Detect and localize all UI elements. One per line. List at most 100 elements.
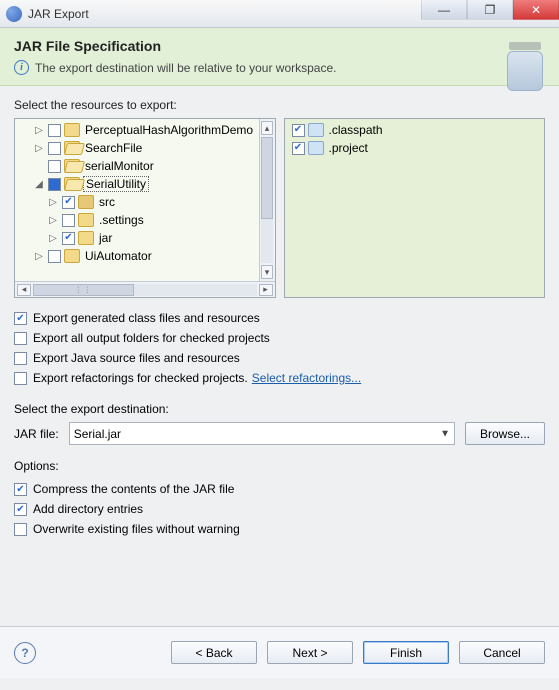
option-label: Export all output folders for checked pr… — [33, 331, 270, 345]
help-button[interactable]: ? — [14, 642, 36, 664]
info-icon: i — [14, 60, 29, 75]
checkbox[interactable] — [48, 178, 61, 191]
option-label: Export generated class files and resourc… — [33, 311, 260, 325]
scroll-up-icon[interactable]: ▴ — [261, 121, 273, 135]
select-refactorings-link[interactable]: Select refactorings... — [252, 371, 361, 385]
folder-icon — [64, 123, 80, 137]
expander-icon[interactable]: ▷ — [33, 143, 45, 154]
folder-open-icon — [64, 177, 80, 191]
checkbox[interactable] — [14, 483, 27, 496]
xfile-icon — [308, 123, 324, 137]
checkbox[interactable] — [48, 160, 61, 173]
scroll-left-icon[interactable]: ◂ — [17, 284, 31, 296]
folder-open-icon — [64, 141, 80, 155]
option-label: Export Java source files and resources — [33, 351, 240, 365]
jar-file-combo[interactable]: Serial.jar ▼ — [69, 422, 455, 445]
next-button[interactable]: Next > — [267, 641, 353, 664]
checkbox[interactable] — [62, 196, 75, 209]
pkg-icon — [78, 195, 94, 209]
close-button[interactable]: ✕ — [513, 0, 559, 20]
window-buttons: — ❐ ✕ — [421, 0, 559, 20]
checkbox[interactable] — [62, 232, 75, 245]
scroll-down-icon[interactable]: ▾ — [261, 265, 273, 279]
tree-item[interactable]: ▷ .settings — [47, 211, 257, 229]
tree-item-label: .settings — [97, 213, 146, 227]
xfile-icon — [308, 141, 324, 155]
expander-icon[interactable]: ▷ — [47, 233, 59, 244]
resources-tree-left[interactable]: ▷ PerceptualHashAlgorithmDemo ▷ SearchFile s… — [14, 118, 276, 298]
folder-icon — [64, 249, 80, 263]
checkbox[interactable] — [14, 523, 27, 536]
option-label: Compress the contents of the JAR file — [33, 482, 234, 496]
expander-icon[interactable]: ▷ — [33, 125, 45, 136]
tree-item[interactable]: .project — [289, 139, 543, 157]
checkbox[interactable] — [48, 250, 61, 263]
option-row: Add directory entries — [14, 499, 545, 519]
checkbox[interactable] — [48, 142, 61, 155]
tree-item[interactable]: ▷ SearchFile — [33, 139, 257, 157]
option-label: Overwrite existing files without warning — [33, 522, 240, 536]
jar-icon — [505, 42, 545, 92]
tree-item-label: src — [97, 195, 117, 209]
minimize-button[interactable]: — — [421, 0, 467, 20]
tree-item[interactable]: ▷ PerceptualHashAlgorithmDemo — [33, 121, 257, 139]
tree-item-label: jar — [97, 231, 114, 245]
tree-item[interactable]: ▷ UiAutomator — [33, 247, 257, 265]
tree-item-label: UiAutomator — [83, 249, 154, 263]
destination-label: Select the export destination: — [14, 402, 545, 416]
dialog-header: JAR File Specification i The export dest… — [0, 28, 559, 86]
jar-file-label: JAR file: — [14, 427, 59, 441]
option-row: Overwrite existing files without warning — [14, 519, 545, 539]
options-label: Options: — [14, 459, 545, 473]
checkbox[interactable] — [292, 124, 305, 137]
tree-item-label: SerialUtility — [83, 176, 149, 192]
checkbox[interactable] — [292, 142, 305, 155]
tree-item[interactable]: .classpath — [289, 121, 543, 139]
option-row: Export refactorings for checked projects… — [14, 368, 545, 388]
checkbox[interactable] — [14, 312, 27, 325]
checkbox[interactable] — [14, 372, 27, 385]
resources-label: Select the resources to export: — [14, 98, 545, 112]
chevron-down-icon[interactable]: ▼ — [440, 428, 450, 439]
tree-item-label: serialMonitor — [83, 159, 156, 173]
scroll-right-icon[interactable]: ▸ — [259, 284, 273, 296]
expander-icon[interactable]: ▷ — [47, 215, 59, 226]
expander-icon[interactable]: ▷ — [33, 251, 45, 262]
app-icon — [6, 6, 22, 22]
option-row: Export generated class files and resourc… — [14, 308, 545, 328]
tree-item[interactable]: ◢ SerialUtility — [33, 175, 257, 193]
tree-item-label: .project — [327, 141, 370, 155]
tree-item-label: SearchFile — [83, 141, 144, 155]
option-row: Export all output folders for checked pr… — [14, 328, 545, 348]
expander-icon[interactable]: ◢ — [33, 179, 45, 190]
maximize-button[interactable]: ❐ — [467, 0, 513, 20]
option-label: Export refactorings for checked projects… — [33, 371, 248, 385]
checkbox[interactable] — [14, 503, 27, 516]
checkbox[interactable] — [14, 332, 27, 345]
checkbox[interactable] — [62, 214, 75, 227]
tree-item[interactable]: ▷ jar — [47, 229, 257, 247]
finish-button[interactable]: Finish — [363, 641, 449, 664]
checkbox[interactable] — [14, 352, 27, 365]
expander-icon[interactable]: ▷ — [47, 197, 59, 208]
folder-icon — [78, 213, 94, 227]
folder-x-icon — [64, 159, 80, 173]
horizontal-scrollbar[interactable]: ◂ ⋮⋮ ▸ — [15, 281, 275, 297]
cancel-button[interactable]: Cancel — [459, 641, 545, 664]
tree-item-label: PerceptualHashAlgorithmDemo — [83, 123, 255, 137]
checkbox[interactable] — [48, 124, 61, 137]
option-label: Add directory entries — [33, 502, 143, 516]
folder-icon — [78, 231, 94, 245]
tree-item-label: .classpath — [327, 123, 385, 137]
vertical-scrollbar[interactable]: ▴ ▾ — [259, 119, 275, 281]
option-row: Export Java source files and resources — [14, 348, 545, 368]
tree-item[interactable]: serialMonitor — [33, 157, 257, 175]
back-button[interactable]: < Back — [171, 641, 257, 664]
browse-button[interactable]: Browse... — [465, 422, 545, 445]
tree-item[interactable]: ▷ src — [47, 193, 257, 211]
dialog-footer: ? < Back Next > Finish Cancel — [0, 626, 559, 678]
window-title: JAR Export — [28, 7, 89, 21]
resources-tree-right[interactable]: .classpath .project — [284, 118, 546, 298]
page-title: JAR File Specification — [14, 38, 459, 54]
page-subtitle: The export destination will be relative … — [35, 61, 336, 75]
